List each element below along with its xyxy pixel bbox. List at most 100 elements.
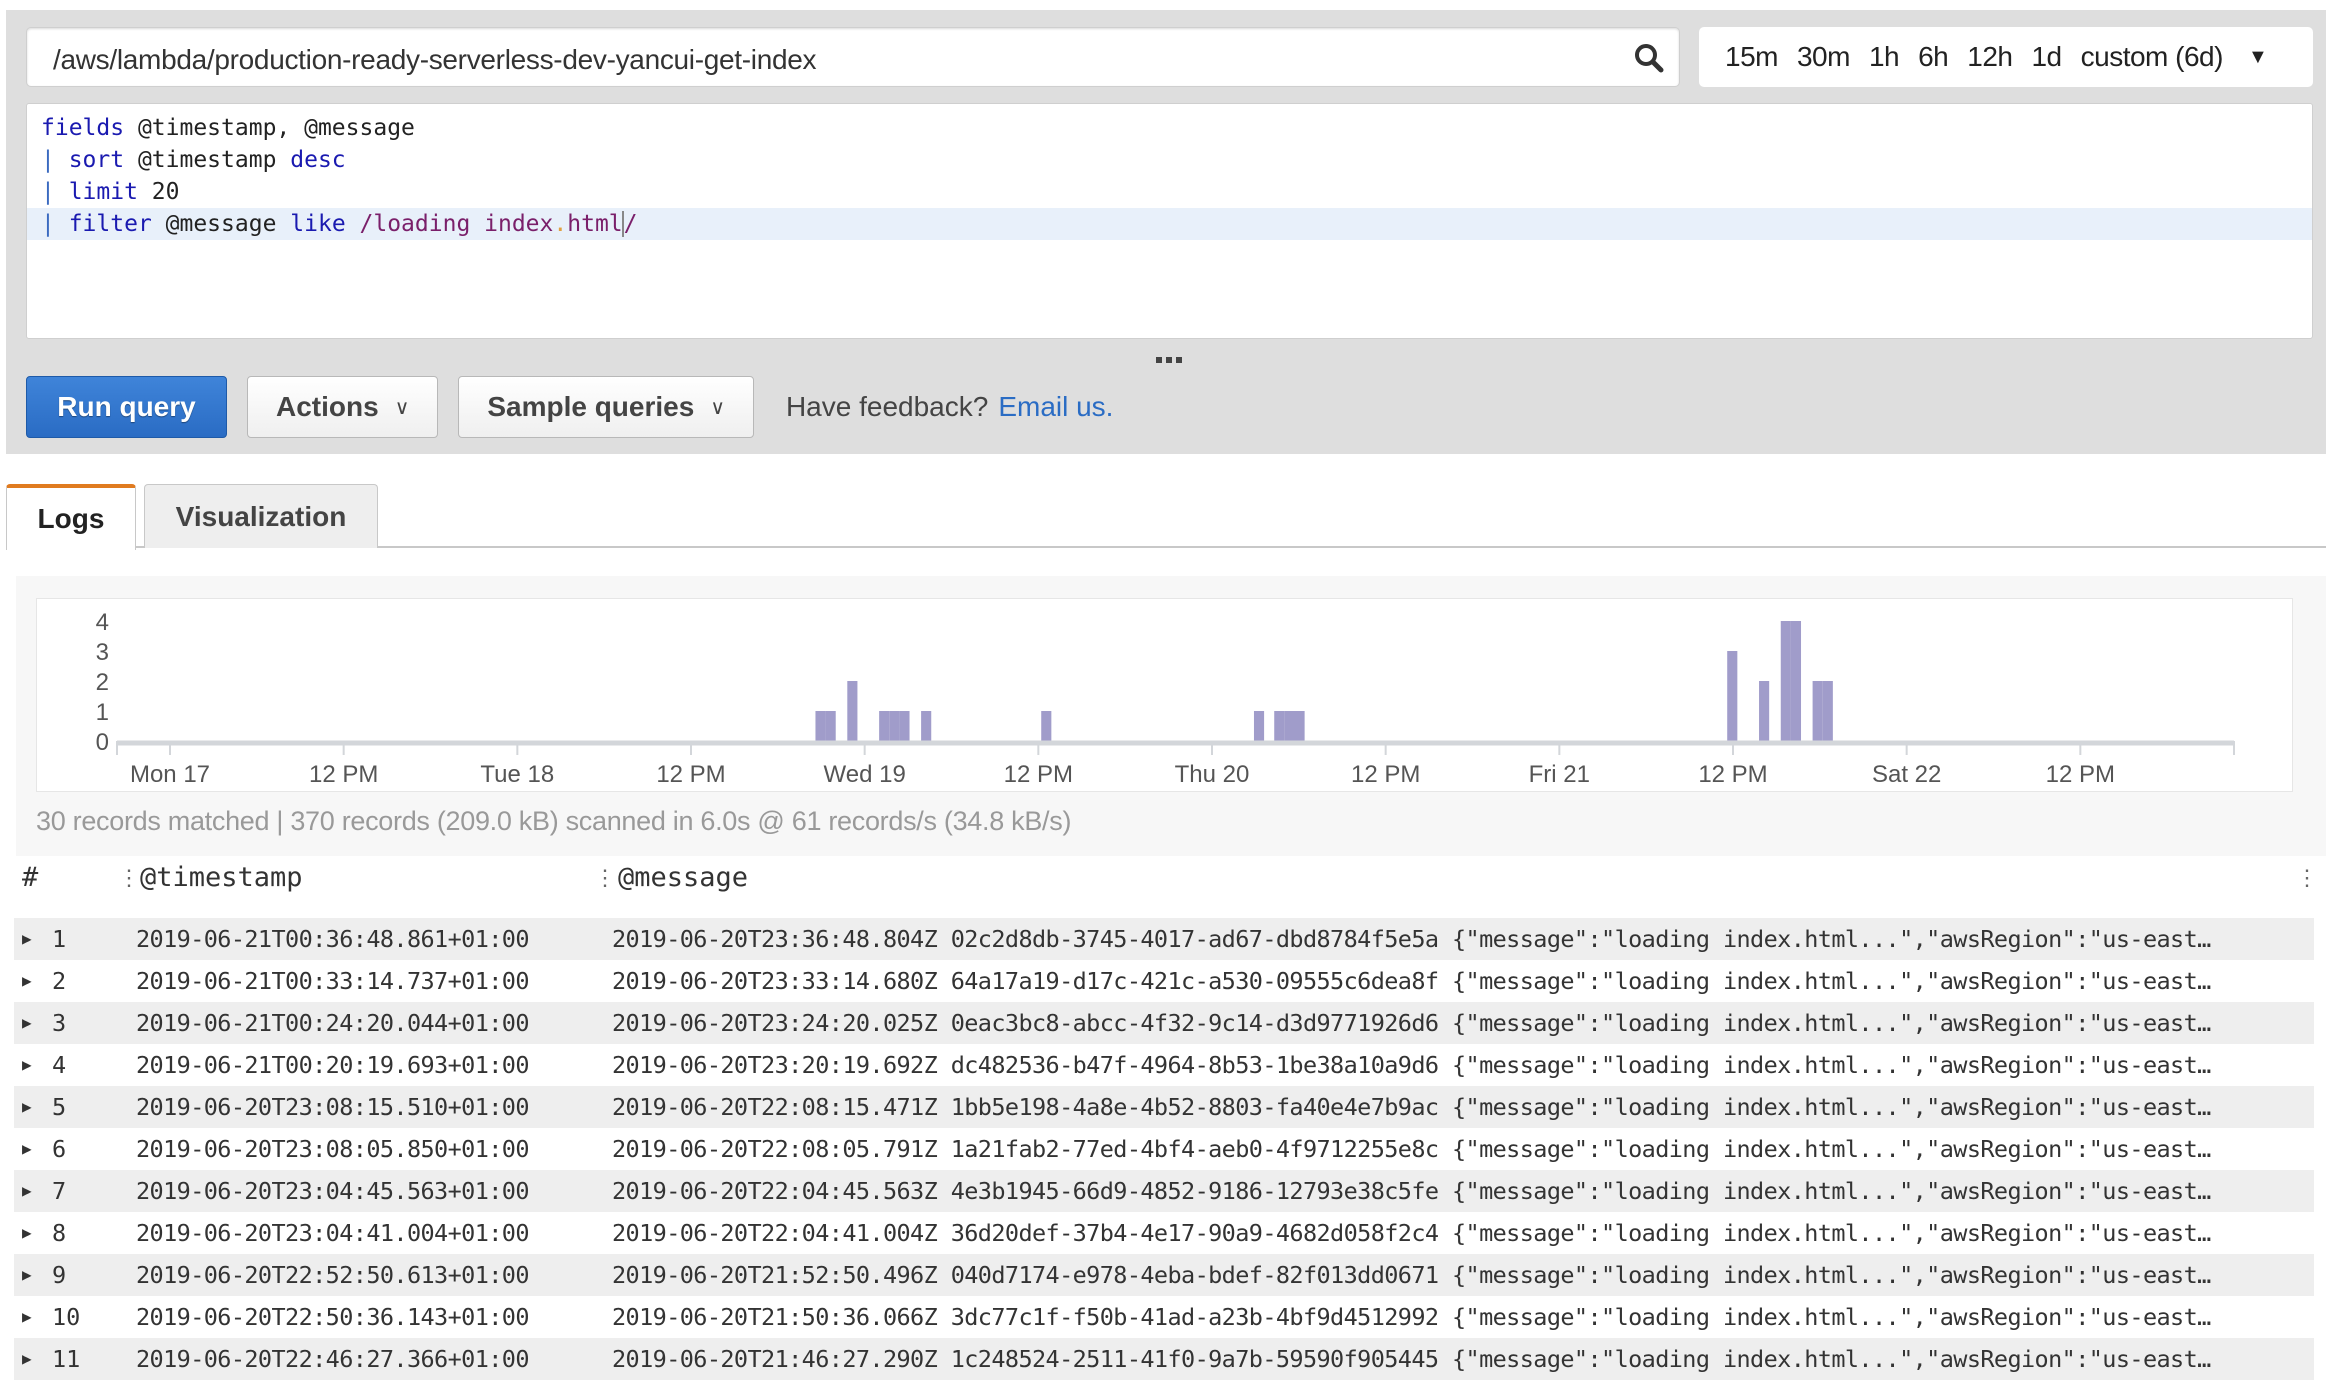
row-index: 6 <box>52 1135 67 1163</box>
expand-row-icon[interactable]: ▶ <box>22 1044 32 1086</box>
actions-label: Actions <box>276 391 379 422</box>
time-option-custom[interactable]: custom (6d) <box>2081 41 2224 73</box>
histogram-bar <box>1790 621 1802 741</box>
histogram-bar <box>1274 711 1285 741</box>
expand-row-icon[interactable]: ▶ <box>22 1002 32 1044</box>
row-timestamp: 2019-06-20T23:08:05.850+01:00 <box>136 1135 530 1163</box>
table-row[interactable]: ▶ 7 2019-06-20T23:04:45.563+01:00 2019-06-2… <box>14 1170 2314 1212</box>
row-message: 2019-06-20T22:08:15.471Z 1bb5e198-4a8e-4… <box>612 1093 2211 1121</box>
row-timestamp: 2019-06-20T22:52:50.613+01:00 <box>136 1261 530 1289</box>
row-timestamp: 2019-06-20T23:04:41.004+01:00 <box>136 1219 530 1247</box>
editor-resize-handle[interactable] <box>1156 357 1182 363</box>
time-option-30m[interactable]: 30m <box>1797 41 1850 73</box>
tab-visualization[interactable]: Visualization <box>144 484 378 548</box>
query-token: html <box>567 211 623 237</box>
query-token: . <box>553 211 568 237</box>
table-row[interactable]: ▶ 9 2019-06-20T22:52:50.613+01:00 2019-06-2… <box>14 1254 2314 1296</box>
query-token: @timestamp, @message <box>124 115 415 141</box>
column-menu-icon[interactable]: ⋮ <box>594 866 616 891</box>
x-tick-label: Wed 19 <box>824 761 906 788</box>
row-message: 2019-06-20T23:36:48.804Z 02c2d8db-3745-4… <box>612 925 2211 953</box>
histogram-bar <box>1294 711 1305 741</box>
expand-row-icon[interactable]: ▶ <box>22 918 32 960</box>
x-tick-label: Thu 20 <box>1175 761 1250 788</box>
table-row[interactable]: ▶ 11 2019-06-20T22:46:27.366+01:00 2019-06-… <box>14 1338 2314 1380</box>
histogram-bar <box>1812 681 1823 741</box>
x-tick-label: 12 PM <box>2046 761 2115 788</box>
time-option-1h[interactable]: 1h <box>1869 41 1900 73</box>
histogram-bar <box>1284 711 1295 741</box>
y-tick-label: 0 <box>96 729 109 756</box>
time-option-6h[interactable]: 6h <box>1918 41 1949 73</box>
tab-logs[interactable]: Logs <box>6 484 136 550</box>
expand-row-icon[interactable]: ▶ <box>22 1170 32 1212</box>
row-index: 1 <box>52 925 67 953</box>
x-tick-label: Mon 17 <box>130 761 210 788</box>
row-message: 2019-06-20T23:20:19.692Z dc482536-b47f-4… <box>612 1051 2211 1079</box>
row-message: 2019-06-20T22:04:45.563Z 4e3b1945-66d9-4… <box>612 1177 2211 1205</box>
feedback-text: Have feedback? <box>785 391 989 422</box>
email-us-link[interactable]: Email us. <box>998 391 1113 423</box>
query-line[interactable]: | filter @message like /loading index.ht… <box>27 208 2312 240</box>
time-option-1d[interactable]: 1d <box>2031 41 2062 73</box>
query-line[interactable]: | sort @timestamp desc <box>27 144 2312 176</box>
log-group-selector[interactable]: /aws/lambda/production-ready-serverless-… <box>26 27 1680 87</box>
sample-queries-button[interactable]: Sample queries ∨ <box>458 376 754 438</box>
dot <box>1156 357 1162 363</box>
expand-row-icon[interactable]: ▶ <box>22 1212 32 1254</box>
dot <box>1166 357 1172 363</box>
run-query-label: Run query <box>57 391 196 422</box>
expand-row-icon[interactable]: ▶ <box>22 1296 32 1338</box>
expand-row-icon[interactable]: ▶ <box>22 1338 32 1380</box>
y-tick-label: 4 <box>96 609 109 636</box>
actions-button[interactable]: Actions ∨ <box>247 376 439 438</box>
column-menu-icon[interactable]: ⋮ <box>2296 866 2318 891</box>
query-line[interactable]: fields @timestamp, @message <box>27 112 2312 144</box>
row-index: 8 <box>52 1219 67 1247</box>
search-icon[interactable] <box>1633 42 1665 74</box>
query-token: @message <box>151 211 291 237</box>
row-message: 2019-06-20T22:04:41.004Z 36d20def-37b4-4… <box>612 1219 2211 1247</box>
table-row[interactable]: ▶ 5 2019-06-20T23:08:15.510+01:00 2019-06-2… <box>14 1086 2314 1128</box>
table-row[interactable]: ▶ 3 2019-06-21T00:24:20.044+01:00 2019-06-2… <box>14 1002 2314 1044</box>
column-header-message[interactable]: @message <box>618 862 748 893</box>
x-tick-label: Sat 22 <box>1872 761 1941 788</box>
histogram-bar <box>1759 681 1770 741</box>
column-menu-icon[interactable]: ⋮ <box>118 866 140 891</box>
row-timestamp: 2019-06-20T22:50:36.143+01:00 <box>136 1303 530 1331</box>
table-row[interactable]: ▶ 10 2019-06-20T22:50:36.143+01:00 2019-06-… <box>14 1296 2314 1338</box>
table-row[interactable]: ▶ 4 2019-06-21T00:20:19.693+01:00 2019-06-2… <box>14 1044 2314 1086</box>
expand-row-icon[interactable]: ▶ <box>22 960 32 1002</box>
expand-row-icon[interactable]: ▶ <box>22 1128 32 1170</box>
table-row[interactable]: ▶ 6 2019-06-20T23:08:05.850+01:00 2019-06-2… <box>14 1128 2314 1170</box>
caret-down-icon[interactable]: ▼ <box>2248 46 2268 69</box>
time-option-12h[interactable]: 12h <box>1967 41 2013 73</box>
histogram-bar <box>889 711 900 741</box>
expand-row-icon[interactable]: ▶ <box>22 1254 32 1296</box>
row-timestamp: 2019-06-20T22:46:27.366+01:00 <box>136 1345 530 1373</box>
time-option-15m[interactable]: 15m <box>1725 41 1778 73</box>
time-range-selector: 15m 30m 1h 6h 12h 1d custom (6d) ▼ <box>1699 27 2313 87</box>
table-row[interactable]: ▶ 8 2019-06-20T23:04:41.004+01:00 2019-06-2… <box>14 1212 2314 1254</box>
results-table: ▶ 1 2019-06-21T00:36:48.861+01:00 2019-06-2… <box>14 918 2314 1380</box>
histogram-bar <box>1780 621 1791 741</box>
x-tick-label: 12 PM <box>1004 761 1073 788</box>
run-query-button[interactable]: Run query <box>26 376 227 438</box>
expand-row-icon[interactable]: ▶ <box>22 1086 32 1128</box>
row-message: 2019-06-20T22:08:05.791Z 1a21fab2-77ed-4… <box>612 1135 2211 1163</box>
row-index: 3 <box>52 1009 67 1037</box>
query-editor[interactable]: fields @timestamp, @message | sort @times… <box>26 103 2313 339</box>
query-line[interactable]: | limit 20 <box>27 176 2312 208</box>
table-row[interactable]: ▶ 2 2019-06-21T00:33:14.737+01:00 2019-06-2… <box>14 960 2314 1002</box>
query-token: desc <box>290 147 346 173</box>
row-timestamp: 2019-06-21T00:33:14.737+01:00 <box>136 967 530 995</box>
table-row[interactable]: ▶ 1 2019-06-21T00:36:48.861+01:00 2019-06-2… <box>14 918 2314 960</box>
histogram-bar <box>825 711 836 741</box>
column-header-timestamp[interactable]: @timestamp <box>140 862 303 893</box>
row-timestamp: 2019-06-21T00:24:20.044+01:00 <box>136 1009 530 1037</box>
histogram-bar <box>1727 651 1738 741</box>
sample-queries-label: Sample queries <box>487 391 695 422</box>
row-timestamp: 2019-06-21T00:20:19.693+01:00 <box>136 1051 530 1079</box>
dot <box>1176 357 1182 363</box>
histogram-bar <box>1253 711 1265 741</box>
